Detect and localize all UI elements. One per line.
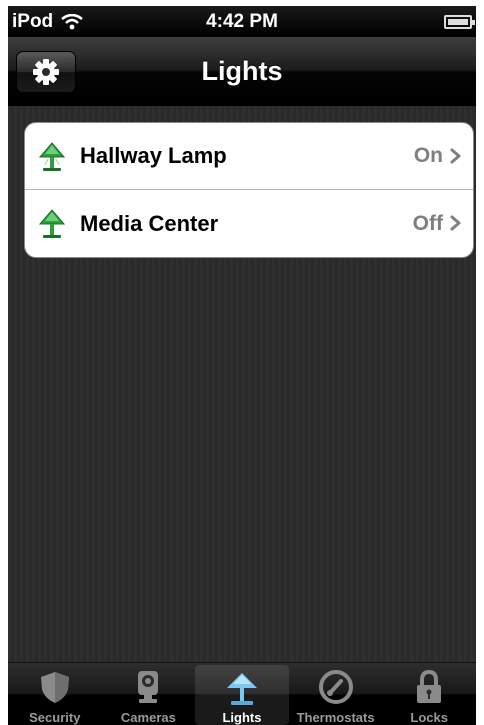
light-state: On	[413, 144, 443, 167]
tab-label: Thermostats	[296, 710, 375, 725]
shield-icon	[40, 672, 69, 703]
page-title: Lights	[201, 56, 283, 86]
lamp-icon	[39, 209, 65, 238]
device-screen: iPod 4:42 PM Lights Hallway Lamp On Medi…	[8, 6, 476, 725]
thermostat-icon	[318, 670, 353, 704]
tab-cameras[interactable]: Cameras	[102, 663, 196, 725]
chevron-right-icon	[450, 215, 461, 231]
lamp-icon	[226, 673, 257, 705]
chevron-right-icon	[450, 148, 461, 164]
light-row-hallway-lamp[interactable]: Hallway Lamp On	[25, 123, 473, 190]
tab-locks[interactable]: Locks	[382, 663, 476, 725]
tab-label: Security	[29, 710, 81, 725]
tab-lights[interactable]: Lights	[195, 665, 289, 725]
battery-icon	[444, 15, 475, 29]
light-state: Off	[412, 211, 443, 235]
tab-thermostats[interactable]: Thermostats	[289, 663, 383, 725]
lamp-icon	[39, 142, 65, 171]
lights-list-area: Hallway Lamp On Media Center Off	[8, 106, 476, 662]
tab-label: Lights	[222, 710, 262, 725]
tab-label: Locks	[410, 710, 448, 725]
camera-icon	[138, 671, 159, 703]
light-name: Hallway Lamp	[80, 143, 227, 168]
tab-security[interactable]: Security	[8, 663, 102, 725]
tab-bar: Security Cameras Lights Thermostats Lock…	[8, 662, 476, 725]
navigation-bar: Lights	[8, 37, 476, 106]
lock-icon	[417, 669, 442, 703]
light-name: Media Center	[80, 210, 219, 236]
status-time: 4:42 PM	[206, 11, 278, 32]
tab-label: Cameras	[120, 710, 176, 725]
light-row-media-center[interactable]: Media Center Off	[25, 190, 473, 257]
lights-table: Hallway Lamp On Media Center Off	[24, 122, 474, 258]
status-bar: iPod 4:42 PM	[8, 6, 476, 37]
